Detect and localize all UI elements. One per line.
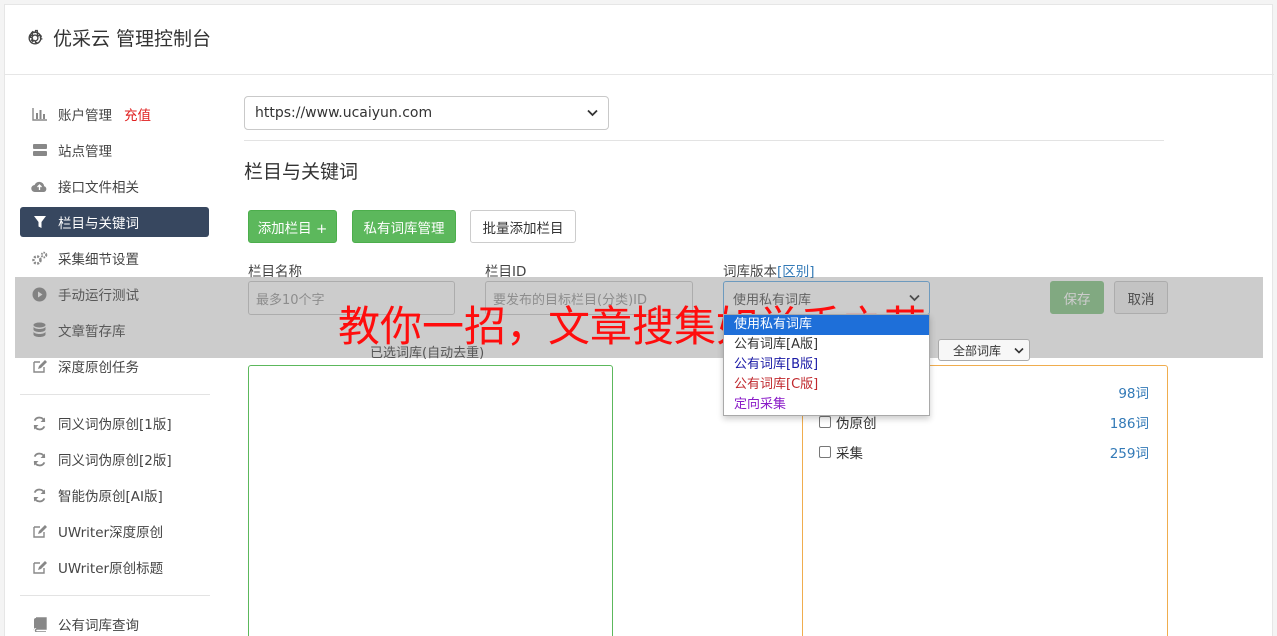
sidebar-item-label: 接口文件相关 xyxy=(58,180,139,196)
divider xyxy=(244,140,1164,141)
sidebar-item-label: 公有词库查询 xyxy=(58,618,139,634)
sidebar-item-label: 同义词伪原创[1版] xyxy=(58,417,172,433)
lib-count: 98词 xyxy=(1118,386,1149,402)
book-icon xyxy=(31,616,48,633)
gear-icon xyxy=(28,29,43,44)
sidebar-item-synonym-v1[interactable]: 同义词伪原创[1版] xyxy=(20,408,209,438)
selected-libs-label: 已选词库(自动去重) xyxy=(370,346,485,361)
server-icon xyxy=(31,142,48,159)
sidebar-item-interface[interactable]: 接口文件相关 xyxy=(20,171,209,201)
lib-checkbox[interactable] xyxy=(819,446,831,458)
lib-name: 采集 xyxy=(836,446,863,462)
lib-checkbox[interactable] xyxy=(819,416,831,428)
edit-icon xyxy=(31,523,48,540)
dropdown-option[interactable]: 公有词库[B版] xyxy=(724,355,929,375)
sidebar-item-label: 智能伪原创[AI版] xyxy=(58,489,163,505)
refresh-icon xyxy=(31,451,48,468)
edit-icon xyxy=(31,559,48,576)
private-lib-button[interactable]: 私有词库管理 xyxy=(352,210,456,243)
recharge-link[interactable]: 充值 xyxy=(124,104,151,124)
edit-icon xyxy=(31,358,48,375)
chevron-down-icon xyxy=(1014,347,1024,354)
sidebar-item-account[interactable]: 账户管理 充值 xyxy=(20,99,209,129)
app-title-text: 优采云 管理控制台 xyxy=(53,28,212,50)
app-title: 优采云 管理控制台 xyxy=(25,24,211,51)
refresh-icon xyxy=(31,415,48,432)
top-bar: 优采云 管理控制台 xyxy=(5,5,1274,75)
sidebar-item-ai-rewrite[interactable]: 智能伪原创[AI版] xyxy=(20,480,209,510)
sidebar-item-label: 深度原创任务 xyxy=(58,360,139,376)
dropdown-option[interactable]: 定向采集 xyxy=(724,395,929,415)
sidebar-item-label: UWriter深度原创 xyxy=(58,525,164,541)
lib-filter-select[interactable]: 全部词库 xyxy=(938,339,1030,361)
site-select[interactable]: https://www.ucaiyun.com xyxy=(244,96,609,130)
chevron-down-icon xyxy=(587,109,598,117)
sidebar-item-collect-settings[interactable]: 采集细节设置 xyxy=(20,243,209,273)
sidebar-item-label: 同义词伪原创[2版] xyxy=(58,453,172,469)
sidebar-divider xyxy=(20,394,210,395)
lib-count: 186词 xyxy=(1109,416,1149,432)
bar-chart-icon xyxy=(31,106,48,123)
dropdown-option[interactable]: 使用私有词库 xyxy=(724,315,929,335)
sidebar-item-label: 栏目与关键词 xyxy=(58,216,139,232)
batch-add-button[interactable]: 批量添加栏目 xyxy=(470,210,576,243)
lib-count: 259词 xyxy=(1109,446,1149,462)
site-select-value: https://www.ucaiyun.com xyxy=(255,105,433,121)
sidebar-item-columns[interactable]: 栏目与关键词 xyxy=(20,207,209,237)
section-title: 栏目与关键词 xyxy=(244,161,359,183)
cloud-upload-icon xyxy=(31,178,48,195)
filter-icon xyxy=(31,214,48,231)
sidebar-item-public-lib[interactable]: 公有词库查询 xyxy=(20,609,209,636)
sidebar-item-label: 采集细节设置 xyxy=(58,252,139,268)
sidebar-item-label: 站点管理 xyxy=(58,144,112,160)
lib-row[interactable]: 采集 259词 xyxy=(819,442,1149,462)
lib-version-dropdown: 使用私有词库 公有词库[A版] 公有词库[B版] 公有词库[C版] 定向采集 xyxy=(723,314,930,416)
sidebar-item-uwriter-title[interactable]: UWriter原创标题 xyxy=(20,552,209,582)
gears-icon xyxy=(31,250,48,267)
sidebar-item-uwriter-deep[interactable]: UWriter深度原创 xyxy=(20,516,209,546)
dropdown-option[interactable]: 公有词库[A版] xyxy=(724,335,929,355)
add-column-button[interactable]: 添加栏目 + xyxy=(248,210,337,243)
sidebar-item-synonym-v2[interactable]: 同义词伪原创[2版] xyxy=(20,444,209,474)
refresh-icon xyxy=(31,487,48,504)
sidebar-divider xyxy=(20,595,210,596)
selected-libs-box[interactable] xyxy=(248,365,613,636)
dropdown-option[interactable]: 公有词库[C版] xyxy=(724,375,929,395)
sidebar-item-sites[interactable]: 站点管理 xyxy=(20,135,209,165)
sidebar-item-label: UWriter原创标题 xyxy=(58,561,164,577)
sidebar-item-label: 账户管理 xyxy=(58,108,112,124)
lib-filter-value: 全部词库 xyxy=(953,343,1002,358)
